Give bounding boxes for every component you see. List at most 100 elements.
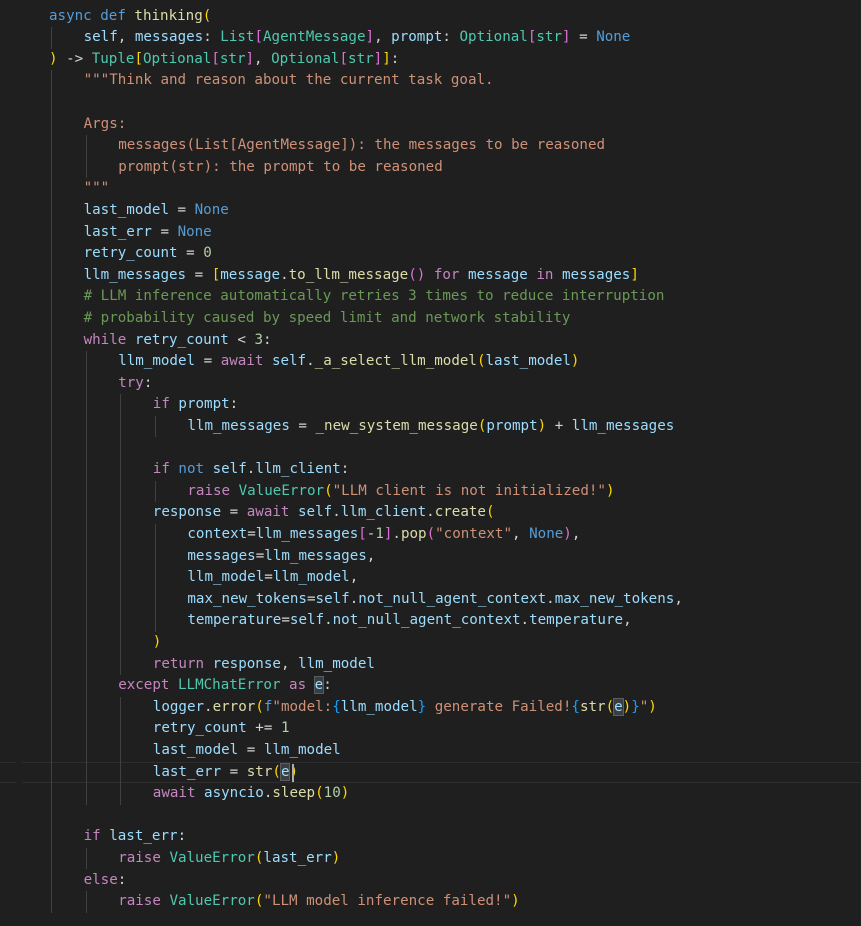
- code-line[interactable]: prompt(str): the prompt to be reasoned: [0, 157, 861, 179]
- code-token: .: [306, 353, 315, 370]
- code-token: thinking: [134, 7, 203, 24]
- code-line[interactable]: ) -> Tuple[Optional[str], Optional[str]]…: [0, 49, 861, 71]
- code-line[interactable]: messages(List[AgentMessage]): the messag…: [0, 135, 861, 157]
- code-token: messages: [187, 547, 256, 564]
- code-token: [: [254, 29, 264, 46]
- code-token: +: [546, 417, 572, 434]
- code-line[interactable]: llm_messages = _new_system_message(promp…: [0, 416, 861, 438]
- code-token: llm_client: [255, 461, 341, 478]
- code-line[interactable]: llm_model=llm_model,: [0, 567, 861, 589]
- code-line[interactable]: else:: [0, 870, 861, 892]
- code-text: else:: [84, 870, 127, 892]
- code-line[interactable]: logger.error(f"model:{llm_model} generat…: [0, 697, 861, 719]
- code-text: async def thinking(: [49, 6, 211, 28]
- code-token: (: [485, 504, 495, 521]
- code-token: error: [212, 698, 256, 715]
- code-token: .: [280, 266, 289, 283]
- code-line[interactable]: ): [0, 632, 861, 654]
- code-token: ): [605, 482, 615, 499]
- code-token: .: [204, 698, 213, 715]
- code-line[interactable]: [0, 438, 861, 460]
- code-line[interactable]: try:: [0, 373, 861, 395]
- code-text: response = await self.llm_client.create(: [153, 502, 495, 524]
- code-token: :: [203, 29, 221, 46]
- code-text: llm_messages = [message.to_llm_message()…: [84, 265, 639, 287]
- code-line[interactable]: max_new_tokens=self.not_null_agent_conte…: [0, 589, 861, 611]
- code-token: 10: [323, 785, 341, 802]
- code-token: def: [100, 7, 135, 24]
- code-token: str: [348, 50, 374, 67]
- code-token: context: [187, 525, 248, 542]
- code-token: if: [152, 396, 179, 413]
- code-token: =: [255, 547, 265, 564]
- code-line[interactable]: if prompt:: [0, 394, 861, 416]
- code-line[interactable]: while retry_count < 3:: [0, 330, 861, 352]
- code-line[interactable]: async def thinking(: [0, 6, 861, 28]
- code-token: LLMChatError: [177, 677, 281, 694]
- code-line[interactable]: """: [0, 178, 861, 200]
- code-line[interactable]: last_model = llm_model: [0, 740, 861, 762]
- code-token: llm_model: [187, 569, 265, 586]
- code-token: str: [219, 50, 246, 67]
- code-line[interactable]: await asyncio.sleep(10): [0, 783, 861, 805]
- code-line[interactable]: [0, 805, 861, 827]
- code-token: AgentMessage: [263, 29, 366, 46]
- code-token: 0: [203, 245, 212, 262]
- code-line[interactable]: """Think and reason about the current ta…: [0, 70, 861, 92]
- code-line[interactable]: context=llm_messages[-1].pop("context", …: [0, 524, 861, 546]
- code-line[interactable]: llm_model = await self._a_select_llm_mod…: [0, 351, 861, 373]
- code-line[interactable]: except LLMChatError as e:: [0, 675, 861, 697]
- code-token: :: [177, 828, 187, 845]
- indent-guide: [51, 70, 52, 913]
- code-line[interactable]: return response, llm_model: [0, 654, 861, 676]
- code-token: llm_messages: [83, 266, 187, 283]
- code-token: .: [324, 612, 333, 629]
- code-line[interactable]: # LLM inference automatically retries 3 …: [0, 286, 861, 308]
- code-text: temperature=self.not_null_agent_context.…: [187, 610, 631, 632]
- code-line[interactable]: last_err = str(e): [0, 761, 861, 784]
- code-token: Tuple: [91, 50, 135, 67]
- code-token: ValueError: [238, 482, 325, 499]
- code-token: :: [229, 396, 239, 413]
- code-text: last_err = None: [84, 222, 212, 244]
- code-text: context=llm_messages[-1].pop("context", …: [187, 524, 580, 546]
- indent-guide: [85, 891, 87, 913]
- code-line[interactable]: raise ValueError(last_err): [0, 848, 861, 870]
- code-line[interactable]: temperature=self.not_null_agent_context.…: [0, 610, 861, 632]
- code-token: max_new_tokens: [187, 590, 307, 607]
- code-line[interactable]: if not self.llm_client:: [0, 459, 861, 481]
- code-token: if: [152, 461, 179, 478]
- code-line[interactable]: self, messages: List[AgentMessage], prom…: [0, 27, 861, 49]
- code-token: ): [537, 417, 547, 434]
- code-token: self: [212, 461, 247, 478]
- code-editor[interactable]: async def thinking(self, messages: List[…: [0, 0, 861, 926]
- code-line[interactable]: retry_count = 0: [0, 243, 861, 265]
- code-line[interactable]: last_err = None: [0, 222, 861, 244]
- code-token: ): [622, 698, 632, 715]
- code-token: not: [178, 461, 213, 478]
- code-line[interactable]: response = await self.llm_client.create(: [0, 502, 861, 524]
- code-line[interactable]: raise ValueError("LLM model inference fa…: [0, 891, 861, 913]
- code-text: if prompt:: [153, 394, 238, 416]
- code-token: (: [605, 698, 615, 715]
- code-line[interactable]: retry_count += 1: [0, 718, 861, 740]
- code-line[interactable]: # probability caused by speed limit and …: [0, 308, 861, 330]
- indent-guide: [85, 135, 87, 179]
- code-token: ): [511, 893, 520, 910]
- code-token: sleep: [272, 785, 316, 802]
- code-token: generate Failed!: [426, 698, 572, 715]
- code-line[interactable]: messages=llm_messages,: [0, 546, 861, 568]
- code-token: for: [433, 266, 469, 283]
- code-line[interactable]: [0, 92, 861, 114]
- text-cursor: [292, 763, 294, 782]
- code-token: raise: [187, 482, 239, 499]
- code-line[interactable]: raise ValueError("LLM client is not init…: [0, 481, 861, 503]
- code-token: ): [152, 633, 162, 650]
- code-line[interactable]: if last_err:: [0, 826, 861, 848]
- code-line[interactable]: llm_messages = [message.to_llm_message()…: [0, 265, 861, 287]
- code-line[interactable]: last_model = None: [0, 200, 861, 222]
- code-token: ]: [562, 29, 571, 46]
- code-line[interactable]: Args:: [0, 114, 861, 136]
- code-token: response: [212, 655, 281, 672]
